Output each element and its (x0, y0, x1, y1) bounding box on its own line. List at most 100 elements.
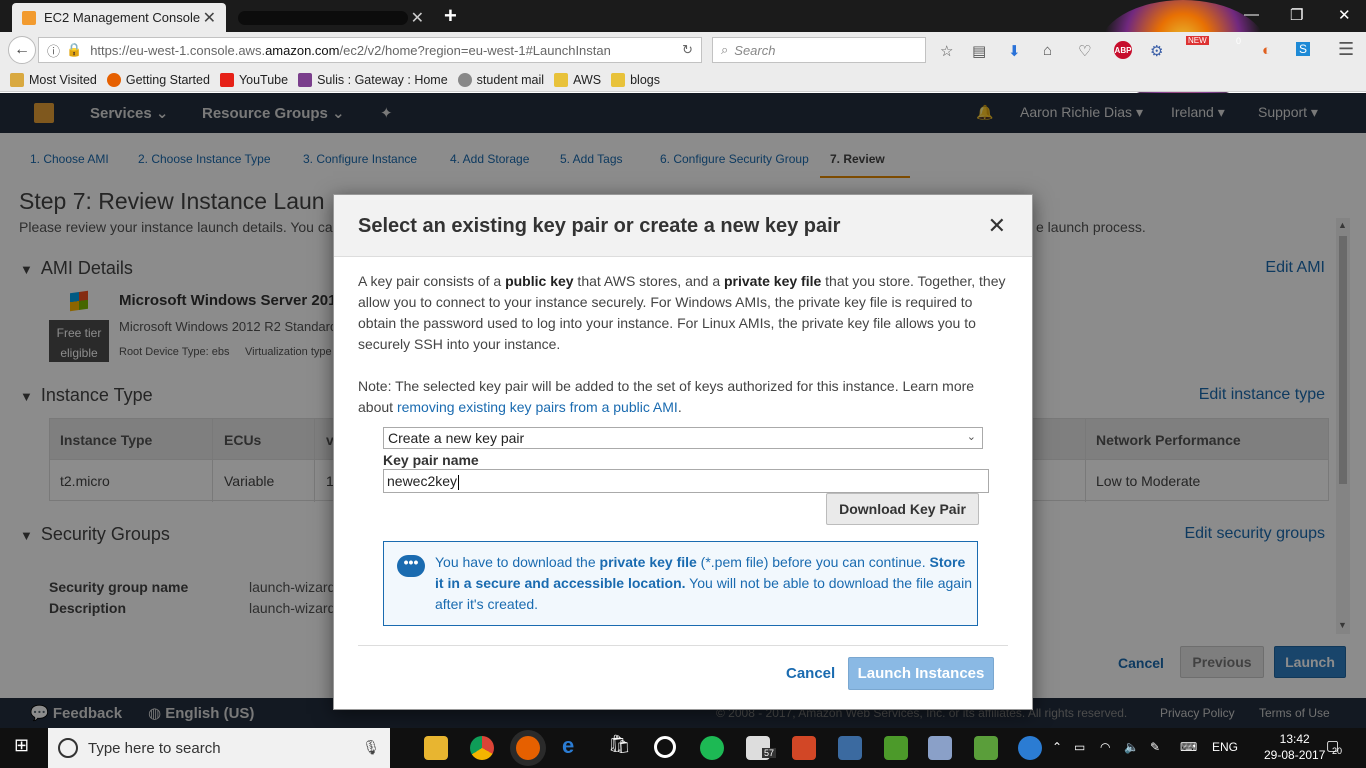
bookmark-star-icon[interactable]: ☆ (940, 42, 953, 60)
key-pair-name-input[interactable]: newec2key (383, 469, 989, 493)
bookmark-label: blogs (630, 72, 660, 87)
extension-icon[interactable]: ⚙ (1150, 42, 1163, 60)
torrent-icon[interactable] (974, 736, 998, 760)
maximize-icon[interactable]: ❐ (1290, 6, 1303, 24)
text-run: A key pair consists of a (358, 273, 506, 289)
url-prefix: https://eu-west-1.console.aws. (90, 42, 266, 58)
tab-redacted[interactable]: ✕ (228, 3, 432, 32)
reload-icon[interactable]: ↻ (682, 42, 693, 58)
search-placeholder: Search (734, 42, 776, 58)
clock[interactable]: 13:42 29-08-2017 (1264, 731, 1325, 763)
dialog-title: Select an existing key pair or create a … (358, 215, 841, 237)
search-input[interactable]: ⌕ Search (712, 37, 926, 63)
key-pair-name-label: Key pair name (383, 452, 479, 468)
minimize-icon[interactable]: — (1244, 6, 1259, 23)
chevron-up-icon[interactable]: ⌃ (1052, 740, 1062, 754)
browser-nav-bar: ← ⓘ 🔒 https://eu-west-1.console.aws. amaz… (0, 32, 1366, 68)
menu-icon[interactable]: ☰ (1338, 39, 1354, 60)
new-badge: NEW (1186, 36, 1209, 45)
text-run: (*.pem file) before you can continue. (696, 554, 930, 570)
youtube-icon (219, 72, 234, 87)
close-icon[interactable]: ✕ (988, 213, 1006, 239)
bookmark-item[interactable]: YouTube (219, 72, 289, 87)
bookmark-item[interactable]: Getting Started (106, 72, 210, 87)
bookmark-label: student mail (476, 72, 545, 87)
count-badge: 0 (1236, 36, 1242, 46)
language-indicator[interactable]: ENG (1212, 740, 1238, 754)
dialog-header: Select an existing key pair or create a … (334, 195, 1032, 257)
clock-date: 29-08-2017 (1264, 748, 1326, 762)
pocket-icon[interactable]: ♡ (1078, 42, 1091, 60)
powerpoint-icon[interactable] (792, 736, 816, 760)
folder-icon (554, 72, 569, 87)
remove-key-pairs-link[interactable]: removing existing key pairs from a publi… (397, 399, 678, 415)
media-icon[interactable] (654, 736, 676, 758)
app-icon[interactable] (838, 736, 862, 760)
download-key-pair-button[interactable]: Download Key Pair (826, 493, 979, 525)
bookmark-item[interactable]: AWS (554, 72, 602, 87)
edge-icon[interactable]: e (562, 733, 586, 758)
battery-icon[interactable]: ▭ (1074, 740, 1085, 754)
mail-count-badge: 57 (762, 748, 777, 758)
clock-time: 13:42 (1279, 732, 1310, 746)
taskbar-search-placeholder: Type here to search (88, 739, 221, 757)
extension-icon[interactable]: ◐ (1262, 42, 1271, 59)
firefox-icon[interactable] (516, 736, 540, 760)
download-icon[interactable]: ⬇ (1008, 42, 1021, 60)
dialog-divider (358, 645, 1008, 646)
text-bold: public key (505, 273, 574, 289)
download-info-box: ••• You have to download the private key… (383, 541, 978, 626)
bookmark-label: Getting Started (125, 72, 210, 87)
file-explorer-icon[interactable] (424, 736, 448, 760)
close-window-icon[interactable]: ✕ (1338, 6, 1351, 24)
tab-ec2-console[interactable]: EC2 Management Console ✕ (12, 3, 226, 32)
help-icon[interactable] (1018, 736, 1042, 760)
back-button[interactable]: ← (8, 36, 36, 64)
bookmark-item[interactable]: student mail (457, 72, 545, 87)
home-icon[interactable]: ⌂ (1043, 42, 1052, 59)
aws-favicon-icon (22, 10, 36, 25)
windows-start-icon[interactable]: ⊞ (14, 735, 29, 756)
pen-icon[interactable]: ✎ (1150, 740, 1160, 754)
taskbar-search-input[interactable]: Type here to search 🎙 (48, 728, 390, 768)
dialog-cancel-button[interactable]: Cancel (786, 665, 835, 682)
chevron-down-icon: ⌄ (966, 431, 976, 443)
reading-list-icon[interactable]: ▤ (972, 42, 986, 60)
store-icon[interactable]: 🛍 (608, 734, 632, 758)
text-run: . (677, 399, 682, 415)
new-tab-button[interactable]: + (444, 3, 457, 29)
close-tab-icon[interactable]: ✕ (411, 8, 424, 28)
info-icon[interactable]: ⓘ (47, 41, 60, 60)
windows-taskbar: ⊞ Type here to search 🎙 e 🛍 57 ⌃ ▭ ◠ 🔈 ✎… (0, 728, 1366, 768)
launch-instances-button[interactable]: Launch Instances (848, 657, 994, 690)
url-domain: amazon.com (265, 42, 340, 58)
spotify-icon[interactable] (700, 736, 724, 760)
bookmark-item[interactable]: Most Visited (10, 72, 97, 87)
paint-icon[interactable] (928, 736, 952, 760)
adblock-icon[interactable]: ABP (1114, 41, 1132, 59)
bookmark-item[interactable]: blogs (611, 72, 660, 87)
notification-count-badge: 20 (1332, 746, 1343, 756)
volume-icon[interactable]: 🔈 (1124, 740, 1139, 754)
text-bold: private key file (724, 273, 822, 289)
wifi-icon[interactable]: ◠ (1100, 740, 1110, 754)
bookmark-label: YouTube (238, 72, 289, 87)
key-pair-select[interactable]: Create a new key pair ⌄ (383, 427, 983, 449)
lock-icon: 🔒 (66, 42, 83, 57)
tab-title: EC2 Management Console (44, 10, 201, 25)
download-info-text: You have to download the private key fil… (435, 552, 975, 615)
bookmark-item[interactable]: Sulis : Gateway : Home (298, 72, 448, 87)
bookmark-label: AWS (573, 72, 602, 87)
browser-tab-strip: EC2 Management Console ✕ ✕ + — ❐ ✕ (0, 0, 1366, 100)
skype-icon[interactable]: S (1296, 42, 1311, 56)
search-icon: ⌕ (721, 42, 729, 57)
keyboard-icon[interactable]: ⌨ (1180, 740, 1197, 754)
redacted-tab-title (238, 10, 408, 25)
chrome-icon[interactable] (470, 736, 494, 760)
url-bar[interactable]: ⓘ 🔒 https://eu-west-1.console.aws. amazon… (38, 37, 702, 63)
microphone-icon[interactable]: 🎙 (362, 739, 380, 756)
key-pair-dialog: Select an existing key pair or create a … (333, 194, 1033, 710)
chat-bubble-icon: ••• (397, 555, 425, 577)
app-icon[interactable] (884, 736, 908, 760)
close-tab-icon[interactable]: ✕ (203, 8, 216, 28)
